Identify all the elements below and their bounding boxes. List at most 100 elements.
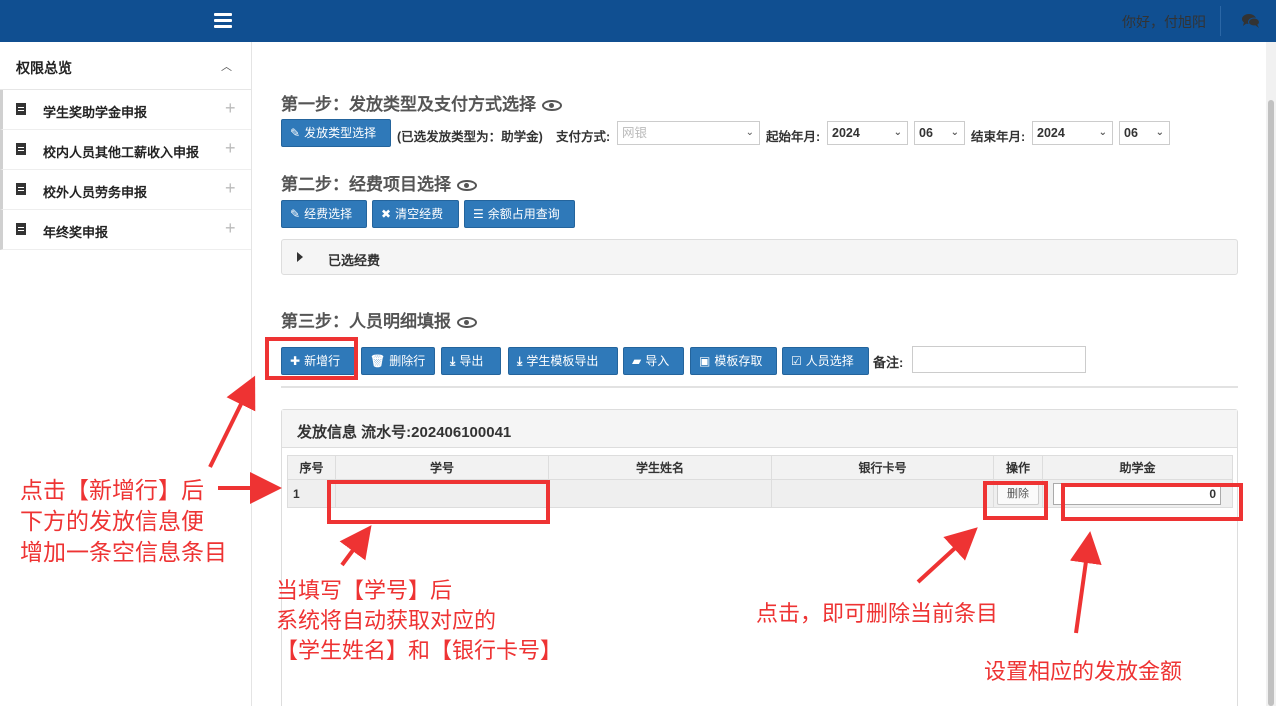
annotation-line: 点击【新增行】后 <box>20 478 204 504</box>
highlight-amount <box>1061 483 1243 521</box>
plus-icon[interactable]: + <box>225 178 236 199</box>
document-icon <box>16 143 26 155</box>
selected-funds-panel[interactable]: 已选经费 <box>281 239 1238 275</box>
annotation-line: 【学生姓名】和【银行卡号】 <box>276 639 563 664</box>
chevron-down-icon: ⌄ <box>950 127 959 138</box>
annotation-student-id: 当填写【学号】后 系统将自动获取对应的 【学生姓名】和【银行卡号】 <box>276 577 562 667</box>
sidebar-header[interactable]: 权限总览 ︿ <box>0 42 251 90</box>
end-month-select[interactable]: 06 ⌄ <box>1119 121 1170 145</box>
selected-type-text: (已选发放类型为：助学金) <box>397 130 543 144</box>
section-divider <box>281 386 1238 388</box>
step3-title: 第三步：人员明细填报 <box>281 307 477 332</box>
col-student-name: 学生姓名 <box>548 455 772 480</box>
end-year-select[interactable]: 2024 ⌄ <box>1032 121 1113 145</box>
comments-icon[interactable] <box>1242 13 1260 29</box>
annotation-line: 下方的发放信息便 <box>20 509 204 535</box>
check-square-icon: ☑ <box>791 354 802 368</box>
col-bank-card: 银行卡号 <box>771 455 994 480</box>
highlight-add-row <box>265 337 358 380</box>
sidebar-item-student-aid[interactable]: 学生奖助学金申报 + <box>0 90 251 130</box>
eye-icon[interactable] <box>542 100 562 112</box>
chevron-up-icon[interactable]: ︿ <box>221 58 232 74</box>
button-label: 导入 <box>645 354 670 368</box>
template-save-button[interactable]: ▣ 模板存取 <box>690 347 777 375</box>
navbar-divider <box>1220 6 1221 36</box>
select-value: 2024 <box>1037 126 1065 140</box>
panel-title: 发放信息 流水号:202406100041 <box>297 424 512 441</box>
panel-header: 发放信息 流水号:202406100041 <box>282 410 1237 448</box>
selected-funds-label: 已选经费 <box>328 253 381 268</box>
top-navbar <box>0 0 1276 42</box>
step1-title: 第一步：发放类型及支付方式选择 <box>281 90 562 115</box>
template-export-button[interactable]: ⤓ 学生模板导出 <box>508 347 618 375</box>
fund-select-button[interactable]: ✎ 经费选择 <box>281 200 367 228</box>
sidebar-item-label: 年终奖申报 <box>43 225 109 240</box>
download-icon: ⤓ <box>517 354 523 368</box>
caret-right-icon <box>297 252 303 262</box>
plus-icon[interactable]: + <box>225 98 236 119</box>
annotation-line: 系统将自动获取对应的 <box>276 609 497 634</box>
plus-icon[interactable]: + <box>225 138 236 159</box>
hamburger-icon[interactable] <box>214 13 232 29</box>
end-month-label: 结束年月: <box>971 130 1026 144</box>
document-icon <box>16 183 26 195</box>
sidebar-item-label: 学生奖助学金申报 <box>43 105 148 120</box>
table-header-row: 序号 学号 学生姓名 银行卡号 操作 助学金 <box>287 455 1233 480</box>
eye-icon[interactable] <box>457 317 477 329</box>
step1-title-text: 第一步：发放类型及支付方式选择 <box>281 95 536 114</box>
balance-query-button[interactable]: ☰ 余额占用查询 <box>464 200 575 228</box>
annotation-line: 当填写【学号】后 <box>276 579 453 604</box>
start-year-select[interactable]: 2024 ⌄ <box>827 121 908 145</box>
annotation-amount: 设置相应的发放金额 <box>984 660 1183 685</box>
pencil-icon: ✎ <box>290 126 301 140</box>
select-value: 06 <box>919 126 933 140</box>
select-value: 网银 <box>622 126 648 140</box>
payment-method-select[interactable]: 网银 ⌄ <box>617 121 760 145</box>
col-index: 序号 <box>287 455 336 480</box>
eye-icon[interactable] <box>457 180 477 192</box>
highlight-student-id <box>327 480 550 524</box>
download-icon: ⤓ <box>450 354 456 368</box>
button-label: 模板存取 <box>714 354 763 368</box>
document-icon <box>16 223 26 235</box>
folder-open-icon: ▰ <box>632 354 642 368</box>
issue-type-select-button[interactable]: ✎ 发放类型选择 <box>281 119 391 147</box>
select-value: 06 <box>1124 126 1138 140</box>
document-icon <box>16 103 26 115</box>
close-icon: ✖ <box>381 207 392 221</box>
annotation-add-row: 点击【新增行】后 下方的发放信息便 增加一条空信息条目 <box>20 476 227 569</box>
start-month-label: 起始年月: <box>766 130 821 144</box>
sidebar-item-year-end-bonus[interactable]: 年终奖申报 + <box>0 210 251 250</box>
chevron-down-icon: ⌄ <box>893 127 902 138</box>
pencil-icon: ✎ <box>290 207 301 221</box>
sidebar-title: 权限总览 <box>16 60 72 76</box>
sidebar-item-internal-salary[interactable]: 校内人员其他工薪收入申报 + <box>0 130 251 170</box>
user-greeting[interactable]: 你好，付旭阳 <box>1122 12 1206 32</box>
remark-label: 备注: <box>873 355 904 370</box>
select-person-button[interactable]: ☑ 人员选择 <box>782 347 869 375</box>
clear-funds-button[interactable]: ✖ 清空经费 <box>372 200 459 228</box>
button-label: 经费选择 <box>304 207 353 221</box>
sidebar: 权限总览 ︿ 学生奖助学金申报 + 校内人员其他工薪收入申报 + 校外人员劳务申… <box>0 42 252 706</box>
chevron-down-icon: ⌄ <box>1155 127 1164 138</box>
button-label: 余额占用查询 <box>487 207 560 221</box>
import-button[interactable]: ▰ 导入 <box>623 347 684 375</box>
step3-title-text: 第三步：人员明细填报 <box>281 312 451 331</box>
select-value: 2024 <box>832 126 860 140</box>
highlight-delete <box>983 481 1048 520</box>
annotation-line: 增加一条空信息条目 <box>20 540 227 566</box>
export-button[interactable]: ⤓ 导出 <box>441 347 501 375</box>
delete-row-button[interactable]: 🗑 删除行 <box>361 347 435 375</box>
scrollbar-thumb[interactable] <box>1268 100 1274 706</box>
sidebar-item-external-labor[interactable]: 校外人员劳务申报 + <box>0 170 251 210</box>
payment-method-label: 支付方式: <box>556 130 611 144</box>
button-label: 清空经费 <box>395 207 444 221</box>
step2-title: 第二步：经费项目选择 <box>281 170 477 195</box>
plus-icon[interactable]: + <box>225 218 236 239</box>
sidebar-item-label: 校外人员劳务申报 <box>43 185 148 200</box>
step2-title-text: 第二步：经费项目选择 <box>281 175 451 194</box>
col-student-id: 学号 <box>335 455 549 480</box>
button-label: 学生模板导出 <box>526 354 599 368</box>
start-month-select[interactable]: 06 ⌄ <box>914 121 965 145</box>
remark-input[interactable] <box>912 346 1086 373</box>
